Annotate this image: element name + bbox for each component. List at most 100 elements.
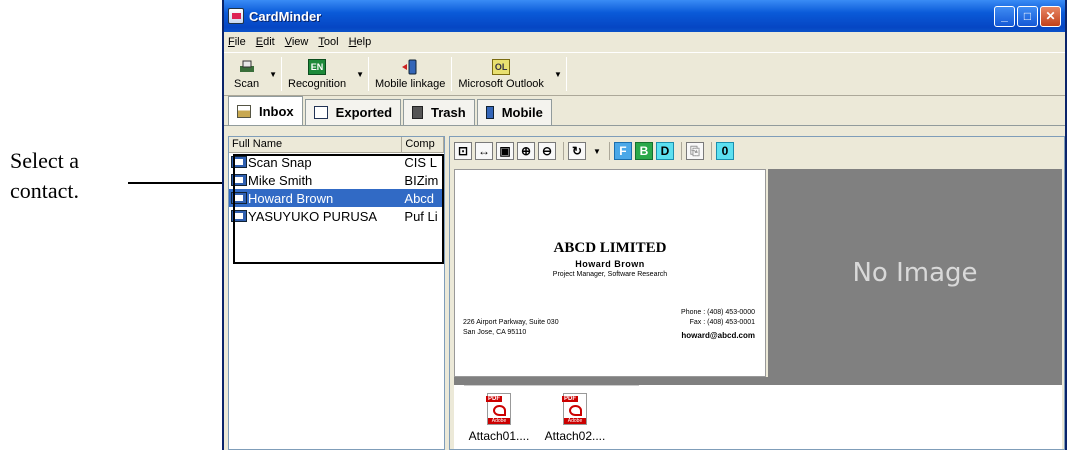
copy-image-icon[interactable]: ⎘ — [685, 142, 704, 160]
card-address-line-1: 226 Airport Parkway, Suite 030 — [463, 319, 559, 326]
recognition-dropdown-icon[interactable]: ▼ — [352, 53, 368, 95]
attach-file-icon[interactable]: 0 — [715, 142, 734, 160]
tab-inbox-label: Inbox — [259, 103, 294, 119]
tab-exported-label: Exported — [335, 105, 393, 120]
mobile-linkage-button[interactable]: Mobile linkage — [369, 53, 451, 95]
contact-company: Abcd — [404, 190, 435, 206]
business-card-icon — [231, 174, 247, 186]
outlook-dropdown-icon[interactable]: ▼ — [550, 53, 566, 95]
tab-exported[interactable]: Exported — [304, 99, 402, 125]
attachment-label: Attach01.... — [468, 429, 530, 443]
acrobat-symbol — [569, 405, 582, 416]
toolbar-separator — [565, 57, 567, 91]
card-company: ABCD LIMITED — [553, 240, 667, 256]
toolbar-separator — [608, 142, 610, 160]
close-button[interactable]: ✕ — [1040, 5, 1061, 27]
menu-view[interactable]: View — [285, 36, 309, 48]
card-email: howard@abcd.com — [681, 331, 755, 340]
mobile-phone-icon — [485, 106, 494, 119]
acrobat-symbol — [493, 405, 506, 416]
contact-row[interactable]: Mike Smith BIZim — [229, 171, 444, 189]
zoom-in-icon[interactable]: ⊕ — [517, 142, 535, 160]
tab-trash-label: Trash — [431, 105, 466, 120]
toolbar-separator — [680, 142, 682, 160]
card-phone: Phone : (408) 453-0000 — [681, 309, 755, 316]
menu-edit[interactable]: Edit — [256, 36, 275, 48]
tab-mobile-label: Mobile — [501, 105, 543, 120]
duplex-view-icon[interactable]: D — [655, 142, 674, 160]
card-phone-block: Phone : (408) 453-0000 Fax : (408) 453-0… — [681, 308, 755, 328]
rotate-dropdown-icon[interactable]: ▼ — [589, 147, 605, 156]
fit-page-icon[interactable]: ⊡ — [454, 142, 472, 160]
card-front-image: ABCD LIMITED Howard Brown Project Manage… — [454, 169, 766, 377]
back-side-icon[interactable]: B — [634, 142, 653, 160]
card-person-name: Howard Brown — [575, 259, 645, 269]
attachment-item[interactable]: PDF Adobe Attach01.... — [464, 393, 534, 443]
microsoft-outlook-button[interactable]: OL Microsoft Outlook — [452, 53, 550, 95]
scan-button[interactable]: Scan — [228, 53, 265, 95]
menu-help[interactable]: Help — [349, 36, 372, 48]
callout-line-1: Select a — [10, 148, 80, 173]
contact-name: Mike Smith — [248, 172, 313, 188]
tab-inbox[interactable]: Inbox — [228, 96, 303, 125]
folder-tabs: Inbox Exported Trash Mobile — [224, 96, 1065, 126]
recognition-button[interactable]: EN Recognition — [282, 53, 352, 95]
column-header-company[interactable]: Comp — [402, 137, 444, 152]
inbox-tray-icon — [237, 104, 251, 118]
adobe-label: Adobe — [488, 418, 510, 424]
attachment-item[interactable]: PDF Adobe Attach02.... — [540, 393, 610, 443]
contact-name: Howard Brown — [248, 190, 334, 206]
scanner-icon — [238, 59, 256, 75]
card-address-line-2: San Jose, CA 95110 — [463, 329, 527, 336]
fit-width-icon[interactable]: ↔ — [475, 142, 493, 160]
card-fax: Fax : (408) 453-0001 — [689, 319, 755, 326]
title-bar[interactable]: CardMinder _ □ ✕ — [224, 0, 1065, 32]
pdf-tag: PDF — [562, 396, 578, 402]
contact-list[interactable]: Full Name Comp Scan Snap CIS L Mike Smit… — [228, 136, 445, 450]
contact-company: Puf Li — [404, 208, 438, 224]
actual-size-icon[interactable]: ▣ — [496, 142, 514, 160]
attachments-panel: PDF Adobe Attach01.... PDF Adobe Attach0… — [454, 385, 1062, 449]
contact-row[interactable]: YASUYUKO PURUSA Puf Li — [229, 207, 444, 225]
microsoft-outlook-label: Microsoft Outlook — [458, 77, 544, 90]
maximize-button[interactable]: □ — [1017, 5, 1038, 27]
front-side-icon[interactable]: F — [613, 142, 632, 160]
attachment-label: Attach02.... — [544, 429, 606, 443]
card-job-title: Project Manager, Software Research — [552, 271, 668, 278]
contact-name: YASUYUKO PURUSA — [248, 208, 378, 224]
tab-trash[interactable]: Trash — [403, 99, 475, 125]
minimize-button[interactable]: _ — [994, 5, 1015, 27]
callout-text: Select a contact. — [10, 146, 79, 206]
adobe-label: Adobe — [564, 418, 586, 424]
toolbar-separator — [710, 142, 712, 160]
contact-company: CIS L — [404, 154, 437, 170]
contact-row[interactable]: Scan Snap CIS L — [229, 153, 444, 171]
pdf-file-icon: PDF Adobe — [486, 393, 511, 425]
scan-dropdown-icon[interactable]: ▼ — [265, 53, 281, 95]
rotate-icon[interactable]: ↻ — [568, 142, 586, 160]
outlook-icon: OL — [492, 58, 511, 75]
business-card-icon — [231, 156, 247, 168]
attachments-divider — [464, 385, 639, 386]
menu-tool[interactable]: Tool — [318, 36, 338, 48]
card-back-image: No Image — [768, 169, 1062, 377]
recognition-language-icon: EN — [308, 58, 327, 75]
scan-label: Scan — [234, 77, 260, 90]
business-card-icon — [231, 192, 247, 204]
card-address: 226 Airport Parkway, Suite 030 San Jose,… — [463, 318, 559, 338]
contact-company: BIZim — [404, 172, 439, 188]
exported-card-icon — [313, 106, 328, 119]
zoom-out-icon[interactable]: ⊖ — [538, 142, 556, 160]
tab-mobile[interactable]: Mobile — [476, 99, 552, 125]
contact-row-selected[interactable]: Howard Brown Abcd — [229, 189, 444, 207]
window-title: CardMinder — [249, 8, 322, 24]
menu-file[interactable]: File — [228, 36, 246, 48]
main-toolbar: Scan ▼ EN Recognition ▼ Mobile linkage O… — [224, 52, 1065, 96]
viewer-toolbar: ⊡ ↔ ▣ ⊕ ⊖ ↻ ▼ F B D ⎘ 0 — [450, 137, 1064, 165]
column-header-full-name[interactable]: Full Name — [229, 137, 403, 152]
trash-can-icon — [412, 106, 424, 119]
pdf-tag: PDF — [486, 396, 502, 402]
toolbar-separator — [563, 142, 564, 160]
card-viewer: ⊡ ↔ ▣ ⊕ ⊖ ↻ ▼ F B D ⎘ 0 ABCD LIMITED How… — [449, 136, 1065, 450]
mobile-linkage-label: Mobile linkage — [375, 77, 446, 90]
